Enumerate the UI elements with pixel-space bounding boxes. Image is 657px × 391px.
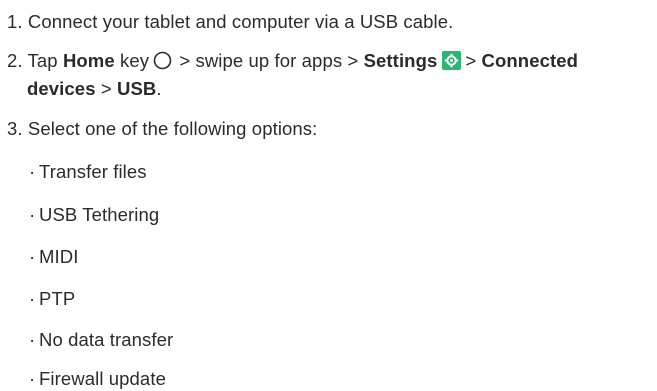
bullet: · — [29, 368, 36, 389]
option-item: · Firewall update — [29, 367, 166, 391]
bullet: · — [29, 288, 36, 309]
home-label: Home — [62, 50, 115, 71]
step-3-number: 3. — [7, 118, 23, 139]
step-2-number: 2. — [7, 50, 23, 71]
usb-label: USB — [117, 78, 157, 99]
gt-1: > — [465, 50, 477, 71]
bullet: · — [29, 161, 36, 182]
option-label: MIDI — [39, 246, 79, 267]
option-item: · Transfer files — [29, 160, 147, 184]
option-item: · USB Tethering — [29, 203, 159, 227]
home-circle-icon — [153, 51, 172, 70]
option-label: Firewall update — [39, 368, 166, 389]
settings-gear-icon — [442, 51, 462, 70]
devices-label: devices — [27, 78, 96, 99]
option-item: · PTP — [29, 287, 75, 311]
gt-2: > — [100, 78, 112, 99]
option-label: PTP — [39, 288, 76, 309]
step-1-number: 1. — [7, 11, 23, 32]
bullet: · — [29, 246, 36, 267]
step-3-text: Select one of the following options: — [27, 118, 318, 139]
option-label: No data transfer — [39, 329, 174, 350]
settings-label: Settings — [363, 50, 438, 71]
option-label: Transfer files — [39, 161, 147, 182]
step-1-text: Connect your tablet and computer via a U… — [27, 11, 454, 32]
step-3: 3. Select one of the following options: — [7, 117, 317, 141]
step-2-period: . — [156, 78, 162, 99]
step-2-continued: devices > USB. — [27, 77, 162, 101]
bullet: · — [29, 329, 36, 350]
key-label: key — [120, 50, 150, 71]
swipe-text: > swipe up for apps > — [179, 50, 359, 71]
option-item: · MIDI — [29, 245, 78, 269]
option-item: · No data transfer — [29, 328, 173, 352]
step-1: 1. Connect your tablet and computer via … — [7, 10, 453, 34]
step-2: 2. Tap Home key > swipe up for apps > Se… — [7, 49, 578, 73]
bullet: · — [29, 204, 36, 225]
option-label: USB Tethering — [39, 204, 160, 225]
step-2-tap: Tap — [27, 50, 58, 71]
connected-label: Connected — [481, 50, 579, 71]
